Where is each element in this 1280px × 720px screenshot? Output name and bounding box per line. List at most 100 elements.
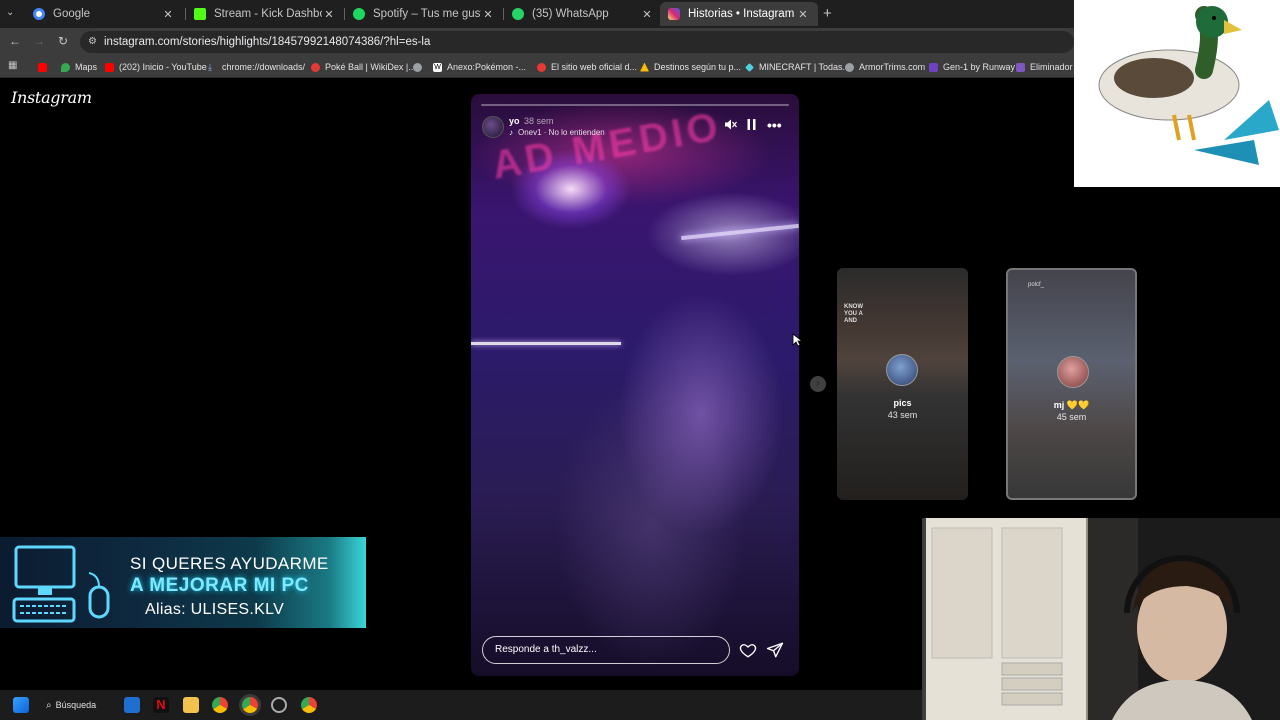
send-icon[interactable] xyxy=(766,641,784,659)
story-username[interactable]: yo xyxy=(509,116,520,126)
reply-placeholder: Responde a th_valzz... xyxy=(495,644,597,655)
bookmark-globe[interactable] xyxy=(413,60,427,74)
mute-icon[interactable] xyxy=(724,118,737,134)
pokeball-icon xyxy=(311,62,320,72)
back-button[interactable]: ← xyxy=(8,34,22,48)
instagram-logo[interactable]: Instagram xyxy=(11,88,92,107)
bookmark-minecraft[interactable]: MINECRAFT | Todas... xyxy=(745,60,850,74)
spotify-icon xyxy=(353,8,365,20)
bookmark-label: El sitio web oficial d... xyxy=(551,62,638,72)
forward-button[interactable]: → xyxy=(32,34,46,48)
tab-spotify[interactable]: Spotify – Tus me gusta ✕ xyxy=(345,2,503,26)
tab-search-chevron-icon[interactable]: ⌄ xyxy=(6,7,14,18)
bookmark-label: ArmorTrims.com xyxy=(859,62,926,72)
banner-line-2: A MEJORAR MI PC xyxy=(130,575,309,596)
close-icon[interactable]: ✕ xyxy=(481,8,495,21)
close-icon[interactable]: ✕ xyxy=(322,8,336,21)
bookmark-label: Gen-1 by Runway xyxy=(943,62,1016,72)
bookmark-label: Maps xyxy=(75,62,98,72)
new-tab-button[interactable]: + xyxy=(823,5,832,22)
story-light-streak xyxy=(681,223,799,241)
bookmark-wikidex[interactable]: Poké Ball | WikiDex |... xyxy=(311,60,416,74)
pause-icon[interactable] xyxy=(746,118,757,134)
preview-avatar xyxy=(886,354,918,386)
windows-start-icon[interactable] xyxy=(13,697,29,713)
file-explorer-icon[interactable] xyxy=(183,697,199,713)
taskbar-search[interactable]: ⌕ Búsqueda xyxy=(46,696,114,714)
bookmark-anexo-pokemon[interactable]: W Anexo:Pokémon -... xyxy=(433,60,526,74)
banner-line-1: SI QUERES AYUDARME xyxy=(130,554,329,573)
task-view-icon[interactable] xyxy=(124,697,140,713)
bookmark-label: Eliminador d xyxy=(1030,62,1081,72)
bookmark-label: MINECRAFT | Todas... xyxy=(759,62,851,72)
more-options-icon[interactable]: ••• xyxy=(767,118,782,132)
tab-instagram[interactable]: Historias • Instagram ✕ xyxy=(660,2,818,26)
bookmark-pokemon-official[interactable]: El sitio web oficial d... xyxy=(537,60,637,74)
arrow-icon xyxy=(640,62,649,72)
tab-label: Historias • Instagram xyxy=(688,8,795,20)
story-preview-mj[interactable]: polcf_ mj 💛💛 45 sem xyxy=(1006,268,1137,500)
bookmark-label: chrome://downloads/ xyxy=(222,62,306,72)
tab-whatsapp[interactable]: (35) WhatsApp ✕ xyxy=(504,2,662,26)
tab-label: (35) WhatsApp xyxy=(532,8,609,20)
bookmark-youtube[interactable] xyxy=(38,60,52,74)
bookmark-youtube-home[interactable]: (202) Inicio - YouTube xyxy=(105,60,207,74)
tab-label: Stream - Kick Dashboard xyxy=(214,8,322,20)
bookmark-label: (202) Inicio - YouTube xyxy=(119,62,207,72)
preview-label: mj 💛💛 xyxy=(1053,400,1090,410)
bookmark-downloads[interactable]: ⤓ chrome://downloads/ xyxy=(208,60,305,74)
whatsapp-icon xyxy=(512,8,524,20)
globe-icon xyxy=(845,62,854,72)
heart-icon[interactable] xyxy=(739,641,757,659)
preview-overlay-text: KNOW YOU A AND xyxy=(844,304,863,324)
tab-kick[interactable]: Stream - Kick Dashboard ✕ xyxy=(186,2,344,26)
netflix-icon[interactable]: N xyxy=(153,697,169,713)
music-icon: ♪ xyxy=(509,128,513,137)
apps-grid-icon[interactable]: ▦ xyxy=(8,60,17,71)
chrome-active-icon[interactable] xyxy=(242,697,258,713)
preview-avatar xyxy=(1057,356,1089,388)
close-icon[interactable]: ✕ xyxy=(640,8,654,21)
chrome-profile-icon[interactable] xyxy=(301,697,317,713)
site-info-icon[interactable]: ⚙ xyxy=(88,36,97,47)
next-story-button[interactable]: › xyxy=(810,376,826,392)
close-icon[interactable]: ✕ xyxy=(796,8,810,21)
preview-overlay-user: polcf_ xyxy=(1028,282,1045,288)
story-avatar[interactable] xyxy=(482,116,504,138)
preview-time: 45 sem xyxy=(1056,412,1087,422)
mouse-cursor-icon xyxy=(792,333,804,352)
globe-icon xyxy=(413,62,422,72)
kick-icon xyxy=(194,8,206,20)
bookmark-eliminador[interactable]: Eliminador d xyxy=(1016,60,1080,74)
instagram-icon xyxy=(668,8,680,20)
settings-icon[interactable] xyxy=(271,697,287,713)
download-icon: ⤓ xyxy=(208,61,212,72)
computer-icon xyxy=(12,545,110,623)
bookmark-label: Destinos según tu p... xyxy=(654,62,742,72)
story-timestamp: 38 sem xyxy=(524,116,554,126)
bookmark-runway[interactable]: Gen-1 by Runway xyxy=(929,60,1015,74)
story-music-label[interactable]: Onev1 · No lo entienden xyxy=(518,128,605,137)
tool-icon xyxy=(1016,62,1025,72)
tab-google[interactable]: Google ✕ xyxy=(25,2,183,26)
close-icon[interactable]: ✕ xyxy=(161,8,175,21)
story-preview-pics[interactable]: KNOW YOU A AND pics 43 sem xyxy=(837,268,968,500)
runway-icon xyxy=(929,62,938,72)
bookmark-destinos[interactable]: Destinos según tu p... xyxy=(640,60,741,74)
google-icon xyxy=(33,8,45,20)
diamond-icon xyxy=(745,62,754,72)
reload-button[interactable]: ↻ xyxy=(56,34,70,48)
bookmark-armortrims[interactable]: ArmorTrims.com xyxy=(845,60,925,74)
pokeball-icon xyxy=(537,62,546,72)
chrome-icon[interactable] xyxy=(212,697,228,713)
preview-time: 43 sem xyxy=(887,410,918,420)
bookmark-maps[interactable]: Maps xyxy=(61,60,97,74)
tab-label: Spotify – Tus me gusta xyxy=(373,8,481,20)
banner-line-3: Alias: ULISES.KLV xyxy=(145,601,285,618)
duck-overlay-image xyxy=(1074,0,1280,187)
story-viewer[interactable]: AD MEDIO xyxy=(471,94,799,676)
taskbar-search-label: Búsqueda xyxy=(55,700,97,710)
bookmark-label: Poké Ball | WikiDex |... xyxy=(325,62,416,72)
tab-label: Google xyxy=(53,8,91,20)
story-progress-bar xyxy=(481,104,789,106)
